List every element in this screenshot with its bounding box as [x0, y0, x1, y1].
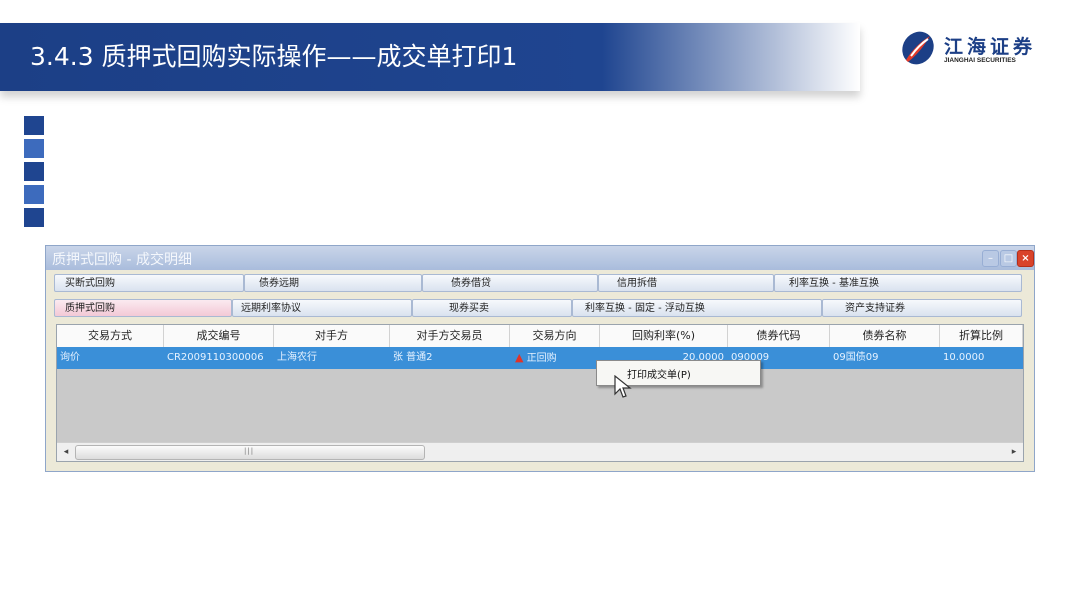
- tab-pledged-repo[interactable]: 质押式回购: [54, 299, 232, 317]
- cell-direction: ▲ 正回购: [515, 347, 605, 369]
- direction-text: 正回购: [526, 353, 557, 364]
- company-logo: 江海证券 JIANGHAI SECURITIES: [898, 30, 1068, 72]
- cell-counterparty: 上海农行: [277, 352, 317, 363]
- scroll-left-icon[interactable]: ◂: [59, 445, 73, 459]
- close-button[interactable]: ×: [1017, 250, 1034, 267]
- scroll-right-icon[interactable]: ▸: [1007, 445, 1021, 459]
- bullet-square: [24, 208, 44, 227]
- table-header: 交易方式 成交编号 对手方 对手方交易员 交易方向 回购利率(%) 债券代码 债…: [57, 325, 1023, 348]
- slide-title: 3.4.3 质押式回购实际操作——成交单打印1: [30, 42, 518, 71]
- cell-mode: 询价: [60, 352, 80, 363]
- tab-credit-lending[interactable]: 信用拆借: [598, 274, 774, 292]
- cell-trader: 张 普通2: [393, 352, 433, 363]
- logo-chinese-name: 江海证券: [944, 36, 1037, 58]
- logo-english-name: JIANGHAI SECURITIES: [944, 57, 1016, 64]
- column-header[interactable]: 对手方: [274, 325, 390, 347]
- warning-triangle-icon: ▲: [515, 351, 524, 364]
- tab-irs-basis[interactable]: 利率互换 - 基准互换: [774, 274, 1022, 292]
- bullet-square: [24, 116, 44, 135]
- horizontal-scrollbar[interactable]: ◂ ||| ▸: [57, 442, 1023, 461]
- bullet-square: [24, 139, 44, 158]
- bullet-square: [24, 162, 44, 181]
- tab-bond-lending[interactable]: 债券借贷: [422, 274, 598, 292]
- grip-icon: |||: [244, 447, 255, 455]
- tab-outright-repo[interactable]: 买断式回购: [54, 274, 244, 292]
- tab-forward-rate-agreement[interactable]: 远期利率协议: [232, 299, 412, 317]
- print-deal-ticket-menu-item[interactable]: 打印成交单(P): [627, 366, 691, 381]
- tab-asset-backed-securities[interactable]: 资产支持证券: [822, 299, 1022, 317]
- cell-bond-name: 09国债09: [833, 352, 879, 363]
- window-title: 质押式回购 - 成交明细: [52, 252, 192, 268]
- maximize-button[interactable]: □: [1000, 250, 1017, 267]
- column-header[interactable]: 交易方式: [57, 325, 164, 347]
- mouse-cursor-icon: [614, 375, 632, 398]
- table-row[interactable]: 询价 CR2009110300006 上海农行 张 普通2 ▲ 正回购 20.0…: [57, 347, 1023, 369]
- logo-mark-icon: [902, 31, 934, 65]
- app-window: 质押式回购 - 成交明细 – □ × 买断式回购 债券远期 债券借贷 信用拆借 …: [45, 245, 1035, 472]
- window-titlebar[interactable]: 质押式回购 - 成交明细 – □ ×: [46, 246, 1034, 270]
- column-header[interactable]: 折算比例: [940, 325, 1023, 347]
- tab-irs-fixed-floating[interactable]: 利率互换 - 固定 - 浮动互换: [572, 299, 822, 317]
- column-header[interactable]: 债券名称: [830, 325, 940, 347]
- deals-table: 交易方式 成交编号 对手方 对手方交易员 交易方向 回购利率(%) 债券代码 债…: [56, 324, 1024, 462]
- tab-bond-forward[interactable]: 债券远期: [244, 274, 422, 292]
- column-header[interactable]: 对手方交易员: [390, 325, 510, 347]
- column-header[interactable]: 债券代码: [728, 325, 830, 347]
- cell-deal-no: CR2009110300006: [167, 352, 264, 363]
- column-header[interactable]: 成交编号: [164, 325, 274, 347]
- column-header[interactable]: 交易方向: [510, 325, 600, 347]
- scrollbar-thumb[interactable]: |||: [75, 445, 425, 460]
- column-header[interactable]: 回购利率(%): [600, 325, 728, 347]
- bullet-square: [24, 185, 44, 204]
- minimize-button[interactable]: –: [982, 250, 999, 267]
- tab-cash-bond-trading[interactable]: 现券买卖: [412, 299, 572, 317]
- cell-ratio: 10.0000: [943, 352, 985, 363]
